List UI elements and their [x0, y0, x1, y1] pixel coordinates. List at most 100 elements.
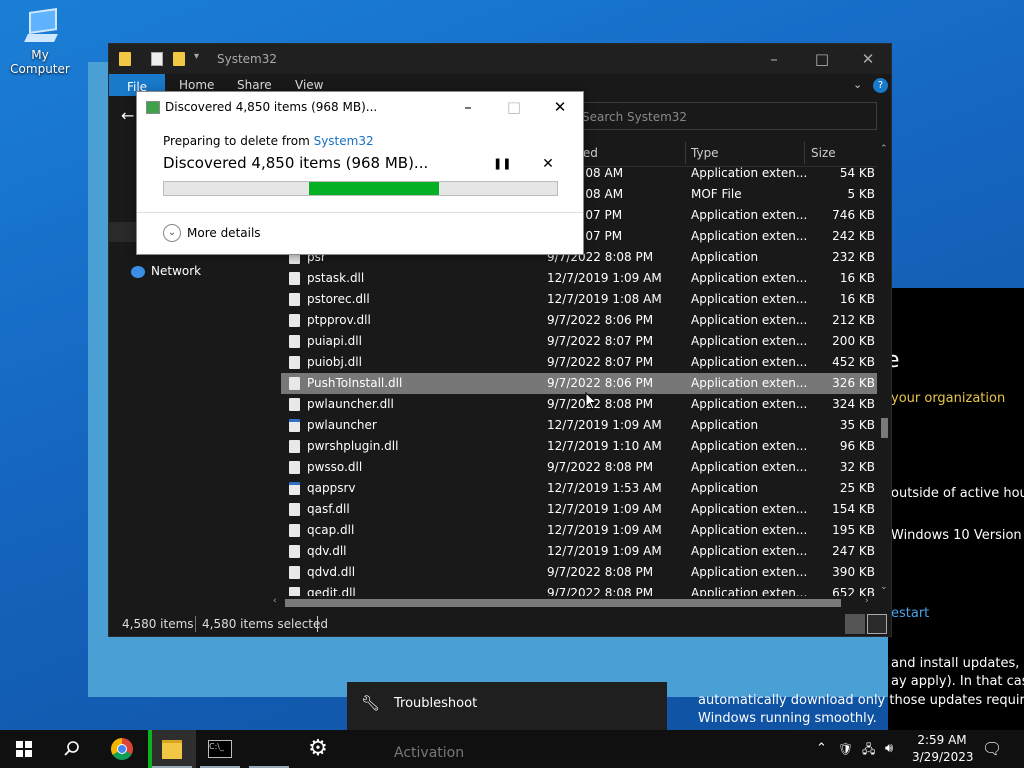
chevron-down-icon: ⌄ [163, 224, 181, 242]
system-clock[interactable]: 2:59 AM 3/29/2023 [912, 732, 974, 766]
minimize-button[interactable]: – [751, 44, 797, 74]
file-date: 12/7/2019 1:09 AM [547, 271, 662, 285]
large-icons-view-icon[interactable] [867, 614, 887, 634]
table-row[interactable]: PushToInstall.dll 9/7/2022 8:06 PM Applica… [281, 373, 877, 394]
horizontal-scrollbar[interactable]: ‹ › [271, 596, 877, 610]
chevron-up-icon[interactable]: ⌃ [816, 730, 827, 768]
file-date: 12/7/2019 1:08 AM [547, 292, 662, 306]
settings-restart-link[interactable]: estart [891, 606, 929, 621]
column-divider[interactable] [685, 142, 686, 164]
table-row[interactable]: qedit.dll 9/7/2022 8:08 PM Application ext… [281, 583, 877, 596]
file-type: Application exten... [691, 502, 808, 516]
new-folder-icon[interactable] [173, 52, 185, 66]
start-button[interactable] [0, 730, 48, 768]
table-row[interactable]: pwlauncher.dll 9/7/2022 8:08 PM Applicatio… [281, 394, 877, 415]
details-view-icon[interactable] [845, 614, 865, 634]
cancel-operation-button[interactable]: ✕ [539, 155, 557, 173]
search-icon [64, 741, 79, 756]
file-date: 9/7/2022 8:07 PM [547, 334, 654, 348]
notification-icon[interactable]: 🗨︎ [982, 730, 1002, 768]
settings-troubleshoot-item[interactable]: 🔧︎ Troubleshoot [347, 682, 667, 730]
network-tray-icon[interactable]: 🖧︎ [862, 730, 875, 768]
file-name: pstask.dll [307, 271, 365, 285]
tab-home[interactable]: Home [179, 78, 214, 92]
table-row[interactable]: qasf.dll 12/7/2019 1:09 AM Application ext… [281, 499, 877, 520]
chrome-taskbar-button[interactable] [98, 730, 146, 768]
my-computer-desktop-icon[interactable]: My Computer [2, 8, 78, 76]
table-row[interactable]: pwrshplugin.dll 12/7/2019 1:10 AM Applicat… [281, 436, 877, 457]
file-type: Application exten... [691, 376, 808, 390]
status-divider [195, 616, 196, 632]
file-size: 746 KB [832, 208, 875, 222]
table-row[interactable]: pwsso.dll 9/7/2022 8:08 PM Application ext… [281, 457, 877, 478]
table-row[interactable]: pwlauncher 12/7/2019 1:09 AM Application 35… [281, 415, 877, 436]
expand-ribbon-icon[interactable]: ⌄ [853, 78, 862, 91]
scrollbar-thumb[interactable] [881, 418, 888, 438]
file-icon [289, 272, 300, 285]
file-type: Application exten... [691, 397, 808, 411]
folder-icon [119, 52, 131, 66]
file-date: 9/7/2022 8:07 PM [547, 355, 654, 369]
vertical-scrollbar[interactable]: ⌃ ⌄ [878, 144, 891, 594]
file-icon [289, 356, 300, 369]
table-row[interactable]: puiobj.dll 9/7/2022 8:07 PM Application ex… [281, 352, 877, 373]
file-type: Application [691, 250, 759, 264]
qat-dropdown-icon[interactable]: ▾ [194, 51, 199, 62]
maximize-button[interactable]: □ [799, 44, 845, 74]
dialog-close-button[interactable]: ✕ [537, 94, 583, 120]
file-type: Application exten... [691, 271, 808, 285]
scroll-down-icon[interactable]: ⌄ [880, 582, 888, 592]
scrollbar-thumb[interactable] [285, 599, 841, 607]
table-row[interactable]: ptpprov.dll 9/7/2022 8:06 PM Application e… [281, 310, 877, 331]
file-name: qdvd.dll [307, 565, 356, 579]
table-row[interactable]: qdv.dll 12/7/2019 1:09 AM Application exte… [281, 541, 877, 562]
dialog-minimize-button[interactable]: – [445, 94, 491, 120]
file-size: 16 KB [839, 271, 875, 285]
more-details-toggle[interactable]: ⌄ More details [163, 224, 261, 242]
security-icon[interactable]: 🛡︎ [838, 730, 853, 768]
selected-count: 4,580 items selected [202, 617, 328, 631]
source-folder-link[interactable]: System32 [314, 134, 374, 148]
table-row[interactable]: pstask.dll 12/7/2019 1:09 AM Application e… [281, 268, 877, 289]
settings-taskbar-button[interactable]: ⚙ [294, 730, 342, 768]
volume-icon[interactable]: 🔊︎ [885, 730, 893, 768]
search-button[interactable] [48, 730, 96, 768]
file-name: ptpprov.dll [307, 313, 371, 327]
file-explorer-taskbar-button[interactable] [148, 730, 196, 768]
scroll-up-icon[interactable]: ⌃ [880, 144, 888, 154]
file-type: Application exten... [691, 544, 808, 558]
file-name: PushToInstall.dll [307, 376, 403, 390]
clock-time: 2:59 AM [917, 733, 967, 747]
file-icon [289, 503, 300, 516]
close-button[interactable]: ✕ [845, 44, 891, 74]
taskbar: C:\_ ⚙ ⌃ 🛡︎ 🖧︎ 🔊︎ 2:59 AM 3/29/2023 🗨︎ [0, 730, 1024, 768]
tab-view[interactable]: View [295, 78, 323, 92]
properties-icon[interactable] [151, 52, 163, 66]
search-input[interactable]: Search System32 [577, 102, 877, 130]
delete-dialog-icon [146, 101, 160, 114]
clock-date: 3/29/2023 [912, 750, 974, 764]
tab-share[interactable]: Share [237, 78, 272, 92]
computer-icon [23, 8, 58, 46]
table-row[interactable]: qappsrv 12/7/2019 1:53 AM Application 25 KB [281, 478, 877, 499]
nav-item-network[interactable]: Network [131, 264, 201, 278]
table-row[interactable]: qcap.dll 12/7/2019 1:09 AM Application ext… [281, 520, 877, 541]
table-row[interactable]: puiapi.dll 9/7/2022 8:07 PM Application ex… [281, 331, 877, 352]
column-type[interactable]: Type [691, 146, 719, 160]
help-icon[interactable]: ? [873, 78, 888, 93]
back-arrow-icon[interactable]: ← [121, 106, 134, 125]
file-icon [289, 461, 300, 474]
table-row[interactable]: qdvd.dll 9/7/2022 8:08 PM Application exte… [281, 562, 877, 583]
file-size: 16 KB [839, 292, 875, 306]
scroll-left-icon[interactable]: ‹ [273, 596, 277, 606]
column-size[interactable]: Size [811, 146, 836, 160]
table-row[interactable]: pstorec.dll 12/7/2019 1:08 AM Application … [281, 289, 877, 310]
file-icon [289, 587, 300, 596]
column-divider[interactable] [804, 142, 805, 164]
windows-icon [16, 741, 32, 757]
file-name: puiobj.dll [307, 355, 362, 369]
scroll-right-icon[interactable]: › [865, 596, 869, 606]
app-taskbar-button[interactable] [245, 730, 293, 768]
pause-button[interactable]: ❚❚ [493, 155, 511, 173]
cmd-taskbar-button[interactable]: C:\_ [196, 730, 244, 768]
